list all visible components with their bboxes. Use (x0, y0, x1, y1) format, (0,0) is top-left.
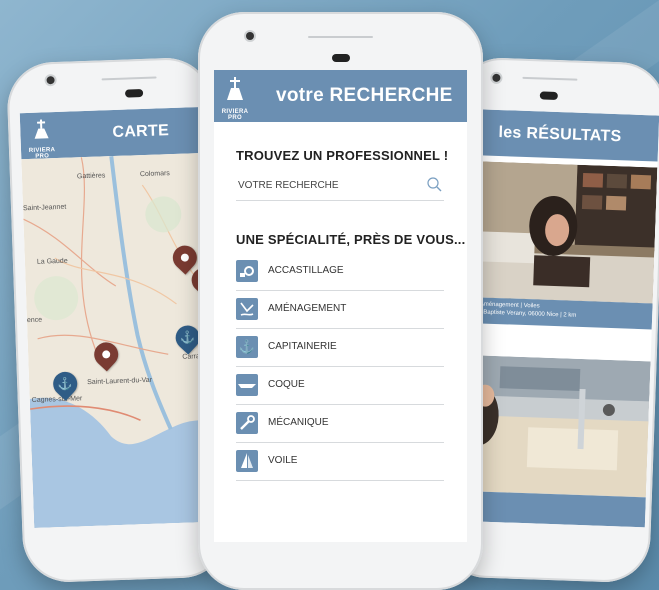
search-placeholder: VOTRE RECHERCHE (238, 180, 339, 191)
amenagement-icon (236, 298, 258, 320)
map-header: RIVIERA PRO CARTE (19, 106, 203, 160)
wrench-icon (236, 412, 258, 434)
specialty-label: AMÉNAGEMENT (268, 303, 347, 314)
specialty-label: ACCASTILLAGE (268, 265, 344, 276)
result-caption: co (454, 490, 646, 528)
specialty-label: CAPITAINERIE (268, 341, 337, 352)
search-screen: RIVIERA PRO votre RECHERCHE TROUVEZ UN P… (214, 70, 467, 542)
find-heading: TROUVEZ UN PROFESSIONNEL ! (236, 148, 449, 163)
sail-workshop-photo (455, 354, 651, 498)
page-title: votre RECHERCHE (276, 85, 453, 106)
page-title: les RÉSULTATS (498, 123, 622, 146)
front-camera (246, 32, 254, 40)
result-caption: ge | Aménagement | Voiles Jean-Baptiste … (461, 296, 653, 330)
specialty-label: COQUE (268, 379, 305, 390)
speaker-line (101, 76, 157, 81)
specialty-item-amenagement[interactable]: AMÉNAGEMENT (236, 290, 444, 329)
map-screen: RIVIERA PRO CARTE Gattières Colomars Sai… (19, 106, 216, 529)
riviera-pro-logo: RIVIERA PRO (218, 74, 252, 121)
accastillage-icon (236, 260, 258, 282)
map-view[interactable]: Gattières Colomars Saint-Jeannet La Gaud… (21, 152, 216, 529)
search-icon[interactable] (426, 176, 442, 192)
earpiece (124, 88, 144, 98)
front-camera (492, 73, 501, 83)
front-camera (46, 76, 55, 85)
map-label: La Gaude (36, 257, 68, 266)
speaker-line (522, 76, 578, 81)
results-header: les RÉSULTATS (467, 108, 659, 162)
phone-search: RIVIERA PRO votre RECHERCHE TROUVEZ UN P… (198, 12, 483, 590)
speaker-line (308, 36, 373, 38)
search-header: RIVIERA PRO votre RECHERCHE (214, 70, 467, 122)
buoy-logo-icon (227, 77, 243, 100)
specialty-label: VOILE (268, 455, 298, 466)
riviera-pro-logo: RIVIERA PRO (24, 116, 59, 160)
page-title: CARTE (112, 122, 170, 142)
anchor-icon: ⚓ (57, 376, 73, 392)
specialty-item-coque[interactable]: COQUE (236, 366, 444, 405)
result-photo-sewing[interactable] (462, 160, 658, 304)
map-label: ence (26, 316, 43, 325)
sewing-workshop-photo (462, 160, 658, 304)
results-screen: les RÉSULTATS ge | Aménagement | Voiles … (454, 108, 659, 528)
specialty-label: MÉCANIQUE (268, 417, 329, 428)
anchor-icon: ⚓ (179, 330, 196, 345)
anchor-icon: ⚓ (236, 336, 258, 358)
specialty-item-mecanique[interactable]: MÉCANIQUE (236, 404, 444, 443)
specialty-heading: UNE SPÉCIALITÉ, PRÈS DE VOUS... (236, 232, 466, 247)
phone-map: RIVIERA PRO CARTE Gattières Colomars Sai… (5, 56, 230, 584)
map-label: Gattières (76, 172, 106, 181)
specialty-item-voile[interactable]: VOILE (236, 442, 444, 481)
map-label: Saint-Jeannet (22, 203, 67, 213)
specialty-item-capitainerie[interactable]: ⚓ CAPITAINERIE (236, 328, 444, 367)
specialty-item-accastillage[interactable]: ACCASTILLAGE (236, 252, 444, 291)
result-photo-sails[interactable] (455, 354, 651, 498)
earpiece (539, 91, 558, 101)
earpiece (332, 54, 350, 62)
search-input[interactable]: VOTRE RECHERCHE (236, 176, 444, 201)
map-label: Colomars (139, 170, 170, 179)
sail-icon (236, 450, 258, 472)
buoy-logo-icon (34, 119, 49, 139)
hull-icon (236, 374, 258, 396)
